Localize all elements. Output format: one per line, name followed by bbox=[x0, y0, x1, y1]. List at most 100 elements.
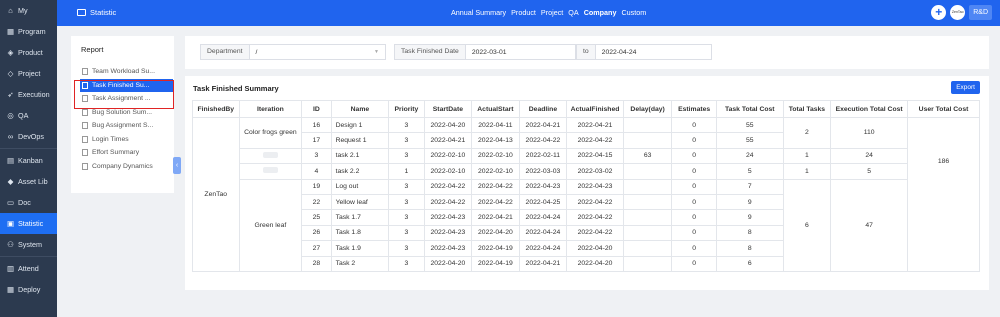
date-from-field[interactable]: Task Finished Date 2022-03-01 bbox=[394, 44, 576, 60]
date-to-field[interactable]: to 2022-04-24 bbox=[576, 44, 712, 60]
role-button[interactable]: R&D bbox=[969, 5, 992, 20]
cell-estimates: 0 bbox=[671, 147, 717, 165]
report-item[interactable]: Company Dynamics bbox=[80, 160, 173, 174]
kanban-icon: ▤ bbox=[6, 156, 15, 165]
nav-item-qa[interactable]: ◎ QA bbox=[0, 105, 57, 126]
nav-item-attend[interactable]: ▥ Attend bbox=[0, 258, 57, 279]
column-header-task-total-cost: Task Total Cost bbox=[715, 100, 784, 118]
top-nav-project[interactable]: Project bbox=[541, 8, 563, 17]
doc-icon: ▭ bbox=[6, 198, 15, 207]
statistic-icon bbox=[77, 9, 86, 16]
summary-table: FinishedBy Iteration ID Name Priority StartDa… bbox=[192, 100, 980, 272]
nav-item-system[interactable]: ⚇ System bbox=[0, 234, 57, 255]
cell-name[interactable]: Task 1.7 bbox=[330, 209, 390, 226]
cell-deadline: 2022-04-24 bbox=[518, 209, 568, 226]
cell-name[interactable]: Task 1.8 bbox=[330, 224, 390, 242]
report-item[interactable]: Team Workload Su... bbox=[80, 65, 173, 79]
program-icon: ▦ bbox=[6, 27, 15, 36]
collapse-sidebar-button[interactable]: ‹ bbox=[173, 157, 181, 174]
cell-priority: 1 bbox=[388, 163, 425, 180]
cell-startdate: 2022-02-10 bbox=[423, 163, 473, 180]
nav-item-label: Program bbox=[18, 27, 46, 36]
execution-cost-cell: 110 bbox=[830, 117, 909, 149]
nav-item-project[interactable]: ◇ Project bbox=[0, 63, 57, 84]
top-nav-company[interactable]: Company bbox=[584, 8, 617, 17]
cell-estimates: 0 bbox=[671, 240, 717, 257]
cell-startdate: 2022-04-20 bbox=[423, 255, 473, 272]
report-item[interactable]: Effort Summary bbox=[80, 146, 173, 160]
create-button[interactable]: + bbox=[931, 5, 947, 20]
report-item-label: Effort Summary bbox=[92, 149, 140, 157]
top-nav-qa[interactable]: QA bbox=[568, 8, 578, 17]
cell-id: 25 bbox=[301, 209, 332, 226]
cell-delay-day bbox=[622, 178, 673, 195]
nav-item-label: DevOps bbox=[18, 132, 44, 141]
cell-delay-day bbox=[622, 193, 673, 211]
cell-task-total-cost: 5 bbox=[715, 163, 784, 180]
column-header-actualstart: ActualStart bbox=[471, 100, 520, 118]
export-button[interactable]: Export bbox=[951, 81, 980, 94]
cell-startdate: 2022-04-20 bbox=[423, 116, 473, 134]
highlight-box bbox=[74, 80, 174, 109]
cell-deadline: 2022-04-23 bbox=[518, 178, 568, 195]
nav-item-my[interactable]: ⌂ My bbox=[0, 0, 57, 21]
cell-name[interactable]: task 2.2 bbox=[330, 163, 390, 180]
filter-bar: Department / ▼ Task Finished Date 2022-0… bbox=[185, 36, 989, 69]
cell-name[interactable]: task 2.1 bbox=[330, 147, 390, 165]
top-nav-annual-summary[interactable]: Annual Summary bbox=[451, 8, 506, 17]
nav-item-doc[interactable]: ▭ Doc bbox=[0, 192, 57, 213]
top-nav: Annual Summary Product Project QA Company Cus… bbox=[451, 8, 646, 17]
column-header-estimates: Estimates bbox=[671, 100, 717, 118]
nav-item-asset-lib[interactable]: ◆ Asset Lib bbox=[0, 171, 57, 192]
iteration-cell: Green leaf bbox=[238, 178, 303, 272]
cell-name[interactable]: Log out bbox=[330, 178, 390, 195]
cell-delay-day bbox=[622, 255, 673, 272]
top-nav-product[interactable]: Product bbox=[511, 8, 536, 17]
deploy-icon: ▦ bbox=[6, 285, 15, 294]
department-select[interactable]: Department / ▼ bbox=[200, 44, 386, 60]
cell-id: 27 bbox=[301, 240, 332, 257]
cell-estimates: 0 bbox=[671, 132, 717, 149]
total-tasks-cell: 6 bbox=[782, 178, 832, 272]
nav-item-product[interactable]: ◈ Product bbox=[0, 42, 57, 63]
statistic-icon: ▣ bbox=[6, 219, 15, 228]
cell-actualstart: 2022-04-22 bbox=[471, 193, 520, 211]
nav-item-statistic[interactable]: ▣ Statistic bbox=[0, 213, 57, 234]
cell-priority: 3 bbox=[388, 255, 425, 272]
report-item-label: Bug Solution Sum... bbox=[92, 108, 153, 116]
user-total-cost-cell: 186 bbox=[907, 117, 980, 272]
cell-startdate: 2022-02-10 bbox=[423, 147, 473, 165]
report-item[interactable]: Bug Assignment S... bbox=[80, 119, 173, 133]
cell-name[interactable]: Task 2 bbox=[330, 255, 390, 272]
cell-estimates: 0 bbox=[671, 116, 717, 134]
cell-estimates: 0 bbox=[671, 193, 717, 211]
nav-item-kanban[interactable]: ▤ Kanban bbox=[0, 150, 57, 171]
report-item[interactable]: Login Times bbox=[80, 133, 173, 147]
app-window: ⌂ My ▦ Program ◈ Product ◇ Project ➶ Execution ◎ QA… bbox=[0, 0, 1000, 317]
cell-name[interactable]: Design 1 bbox=[330, 116, 390, 134]
cell-startdate: 2022-04-23 bbox=[423, 224, 473, 242]
cell-actualstart: 2022-04-20 bbox=[471, 224, 520, 242]
column-header-iteration: Iteration bbox=[238, 100, 303, 118]
cell-delay-day bbox=[622, 163, 673, 180]
cell-name[interactable]: Request 1 bbox=[330, 132, 390, 149]
cell-estimates: 0 bbox=[671, 178, 717, 195]
nav-item-devops[interactable]: ∞ DevOps bbox=[0, 126, 57, 147]
avatar[interactable]: ZenTao bbox=[950, 5, 966, 20]
cell-name[interactable]: Task 1.9 bbox=[330, 240, 390, 257]
nav-divider bbox=[0, 148, 57, 149]
cell-task-total-cost: 9 bbox=[715, 193, 784, 211]
nav-item-execution[interactable]: ➶ Execution bbox=[0, 84, 57, 105]
top-nav-custom[interactable]: Custom bbox=[621, 8, 646, 17]
cell-actualstart: 2022-02-10 bbox=[471, 147, 520, 165]
cell-name[interactable]: Yellow leaf bbox=[330, 193, 390, 211]
nav-item-program[interactable]: ▦ Program bbox=[0, 21, 57, 42]
cell-estimates: 0 bbox=[671, 255, 717, 272]
nav-item-deploy[interactable]: ▦ Deploy bbox=[0, 279, 57, 300]
cell-priority: 3 bbox=[388, 178, 425, 195]
chevron-down-icon: ▼ bbox=[374, 49, 379, 55]
nav-item-label: Asset Lib bbox=[18, 177, 48, 186]
nav-item-label: System bbox=[18, 240, 42, 249]
document-icon bbox=[82, 108, 88, 116]
cell-actualfinished: 2022-04-22 bbox=[566, 132, 624, 149]
